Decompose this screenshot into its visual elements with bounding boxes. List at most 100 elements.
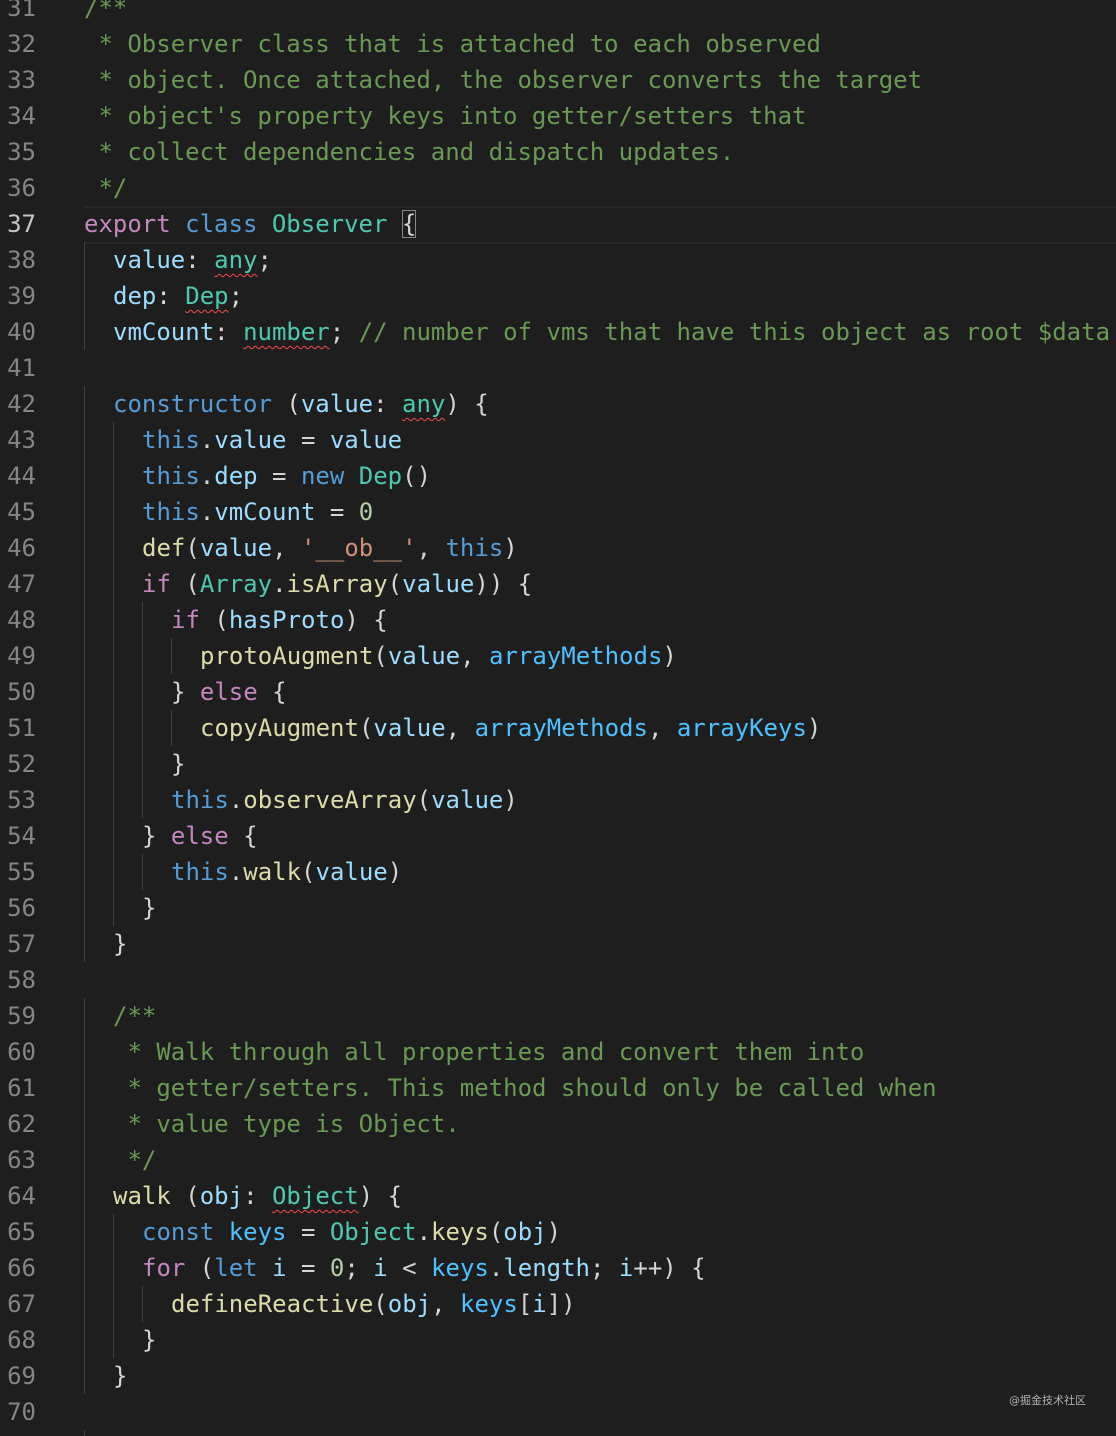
code-token: : — [185, 246, 215, 274]
code-text: * object's property keys into getter/set… — [84, 98, 806, 134]
code-token: any — [214, 246, 258, 274]
code-token: vmCount — [214, 498, 316, 526]
line-number: 57 — [7, 930, 36, 958]
code-token: ( — [373, 1290, 388, 1318]
code-token: let — [214, 1254, 258, 1282]
code-token: new — [300, 462, 345, 490]
code-token: . — [228, 858, 244, 886]
code-token: . — [416, 1218, 432, 1246]
code-token: '__ob__' — [300, 534, 417, 562]
code-token: ) { — [358, 1182, 403, 1210]
line-number: 52 — [7, 750, 36, 778]
code-token: value — [300, 390, 374, 418]
indent-guide — [84, 1178, 85, 1214]
code-token: Object — [329, 1218, 417, 1246]
code-text: /** — [84, 0, 127, 26]
code-token: if — [171, 606, 200, 634]
line-number: 67 — [7, 1290, 36, 1318]
code-text: /** — [113, 1430, 156, 1436]
indent-guide — [84, 782, 85, 818]
code-token: else — [199, 678, 258, 706]
code-editor[interactable]: 31 /** 32 * Observer class that is attache… — [0, 0, 1116, 1436]
indent-guide — [142, 1286, 143, 1322]
code-token: [ — [517, 1290, 533, 1318]
code-token: ; — [228, 282, 244, 310]
code-text: * Observer class that is attached to eac… — [84, 26, 821, 62]
code-token: , — [416, 534, 446, 562]
code-token: value — [431, 786, 504, 814]
code-token: ) — [806, 714, 822, 742]
line-number: 65 — [7, 1218, 36, 1246]
code-token: arrayMethods — [489, 642, 663, 670]
code-token: dep — [113, 282, 157, 310]
code-token: isArray — [286, 570, 388, 598]
code-token: i — [618, 1254, 634, 1282]
code-token: // number of vms that have this object a… — [358, 318, 1111, 346]
code-token: Dep — [185, 282, 229, 310]
code-token: value — [113, 246, 186, 274]
line-number: 49 — [7, 642, 36, 670]
code-text: * value type is Object. — [113, 1106, 460, 1142]
code-token: this — [142, 462, 200, 490]
code-text: if (hasProto) { — [171, 602, 388, 638]
code-token: keys — [228, 1218, 287, 1246]
code-token: { — [401, 210, 417, 238]
indent-guide — [113, 494, 114, 530]
code-token: */ — [113, 1146, 157, 1174]
code-token: arrayKeys — [676, 714, 807, 742]
line-number: 40 — [7, 318, 36, 346]
code-text: dep: Dep; — [113, 278, 243, 314]
code-token: Observer — [271, 210, 388, 238]
code-text: } else { — [171, 674, 287, 710]
code-token: = — [286, 1254, 330, 1282]
code-token: */ — [84, 174, 128, 202]
indent-guide — [113, 530, 114, 566]
code-token: ( — [358, 714, 374, 742]
line-number: 64 — [7, 1182, 36, 1210]
code-text: vmCount: number; // number of vms that h… — [113, 314, 1110, 350]
line-number: 35 — [7, 138, 36, 166]
code-token: )) { — [474, 570, 533, 598]
line-number: 43 — [7, 426, 36, 454]
code-token: ( — [271, 390, 301, 418]
code-token: , — [445, 714, 475, 742]
indent-guide — [84, 1250, 85, 1286]
indent-guide — [84, 422, 85, 458]
line-number: 55 — [7, 858, 36, 886]
code-token: ( — [416, 786, 432, 814]
code-token: keys — [431, 1254, 489, 1282]
indent-guide — [84, 674, 85, 710]
code-token: . — [199, 426, 215, 454]
line-number: 59 — [7, 1002, 36, 1030]
code-token: if — [142, 570, 171, 598]
code-token: value — [329, 426, 403, 454]
code-text: this.dep = new Dep() — [142, 458, 431, 494]
code-token: } — [142, 822, 171, 850]
code-token: * Observer class that is attached to eac… — [84, 30, 821, 58]
code-text: */ — [84, 170, 127, 206]
line-number: 71 — [0, 1430, 36, 1436]
code-text: constructor (value: any) { — [113, 386, 489, 422]
indent-guide — [84, 926, 85, 962]
code-token: ) — [546, 1218, 562, 1246]
indent-guide — [84, 638, 85, 674]
code-token: } — [113, 930, 128, 958]
line-number: 46 — [7, 534, 36, 562]
line-number: 60 — [7, 1038, 36, 1066]
code-token: this — [445, 534, 504, 562]
indent-guide — [84, 530, 85, 566]
code-token: , — [460, 642, 489, 670]
code-token: : — [214, 318, 244, 346]
indent-guide — [142, 710, 143, 746]
code-token: value — [214, 426, 287, 454]
code-token: 0 — [358, 498, 374, 526]
code-token: keys — [431, 1218, 489, 1246]
code-token: ; — [590, 1254, 619, 1282]
code-token: * value type is Object. — [113, 1110, 460, 1138]
code-token: Object — [271, 1182, 359, 1210]
indent-guide — [113, 746, 114, 782]
